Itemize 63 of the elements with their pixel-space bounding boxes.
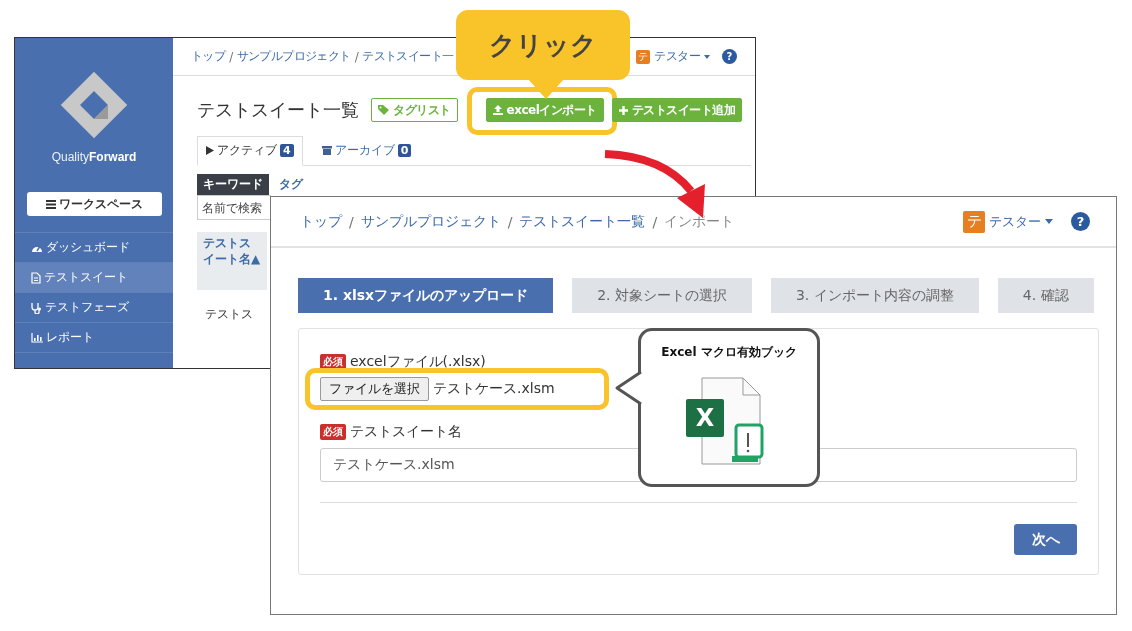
breadcrumb-link[interactable]: トップ	[300, 212, 342, 231]
tab-label: アーカイブ	[334, 142, 395, 159]
breadcrumb-separator: /	[349, 213, 354, 230]
play-icon	[206, 146, 214, 155]
sidebar-item[interactable]: レポート	[15, 323, 173, 353]
breadcrumb-link[interactable]: テストスイート一覧	[519, 212, 646, 231]
breadcrumb-separator: /	[652, 213, 658, 230]
document-icon	[31, 271, 41, 284]
stethoscope-icon	[31, 301, 42, 314]
breadcrumb-link[interactable]: トップ	[191, 48, 226, 65]
tab-label: アクティブ	[217, 142, 277, 159]
wizard-step: 1. xlsxファイルのアップロード	[298, 278, 554, 313]
tab[interactable]: アーカイブ 0	[312, 136, 421, 166]
choose-file-button[interactable]: ファイルを選択	[320, 377, 429, 401]
workspace-button[interactable]: ワークスペース	[26, 192, 162, 216]
archive-box-icon	[321, 146, 332, 155]
file-name: テストケース.xlsm	[433, 380, 555, 398]
caret-icon	[1045, 219, 1053, 224]
column-header[interactable]: テストスイート名▲	[197, 232, 267, 290]
plus-icon	[618, 105, 628, 115]
count-badge: 4	[280, 144, 294, 157]
spreadsheet-logo-icon: X	[686, 399, 724, 437]
sidebar-item-label: テストスイート	[44, 269, 128, 286]
breadcrumb-separator: /	[229, 49, 233, 64]
breadcrumb-current: インポート	[664, 212, 735, 231]
diamond-logo-icon	[59, 70, 129, 140]
field-label: excelファイル(.xlsx)	[350, 353, 486, 371]
filter-tab[interactable]: タグ	[273, 174, 309, 195]
user-menu[interactable]: テスター	[989, 212, 1041, 231]
required-badge: 必須	[320, 424, 346, 440]
breadcrumb-link[interactable]: テストスイート一	[362, 48, 454, 65]
breadcrumb-separator: /	[354, 49, 359, 64]
search-field[interactable]: 名前で検索	[197, 195, 271, 220]
breadcrumb-link[interactable]: サンプルプロジェクト	[236, 48, 351, 65]
brand-name: QualityForward	[51, 150, 137, 164]
table-cell-text: テストス	[204, 306, 254, 323]
sidebar-item[interactable]: テストスイート	[15, 263, 173, 293]
list-icon	[45, 199, 56, 209]
tag-icon	[378, 105, 389, 115]
help-icon[interactable]: ?	[1071, 212, 1090, 231]
caret-icon	[704, 54, 710, 59]
callout-text: クリック	[489, 28, 597, 62]
upload-icon	[492, 105, 503, 115]
user-menu[interactable]: テスター	[654, 48, 700, 65]
next-button[interactable]: 次へ	[1014, 524, 1077, 555]
sidebar-item-label: レポート	[46, 329, 94, 346]
sidebar-item-label: テストフェーズ	[45, 299, 129, 316]
field-label: テストスイート名	[350, 423, 462, 441]
breadcrumb-separator: /	[507, 213, 513, 230]
tab[interactable]: アクティブ 4	[197, 136, 303, 166]
callout-title: Excel マクロ有効ブック	[661, 344, 797, 361]
sidebar-item-label: ダッシュボード	[46, 239, 130, 256]
wizard-step: 4. 確認	[997, 278, 1094, 313]
scroll-icon	[730, 423, 766, 463]
count-badge: 0	[397, 144, 412, 157]
filter-tab[interactable]: キーワード	[197, 174, 269, 195]
wizard-step: 3. インポート内容の調整	[770, 278, 979, 313]
sidebar-item[interactable]: テストフェーズ	[15, 293, 173, 323]
wizard-step: 2. 対象シートの選択	[572, 278, 752, 313]
breadcrumb-link[interactable]: サンプルプロジェクト	[360, 212, 501, 231]
help-icon[interactable]: ?	[722, 49, 737, 64]
page-title: テストスイート一覧	[197, 98, 359, 122]
bar-chart-icon	[31, 332, 43, 343]
